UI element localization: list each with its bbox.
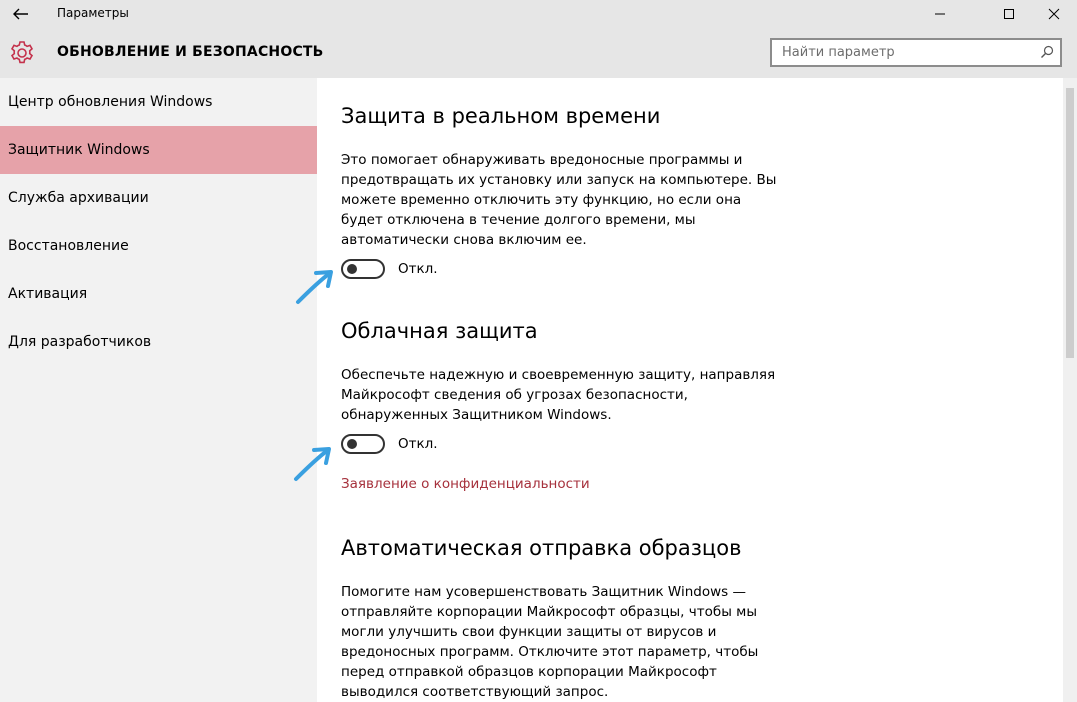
sample-submission-heading: Автоматическая отправка образцов [341,536,742,560]
maximize-icon [1004,9,1014,19]
sidebar-item-activation[interactable]: Активация [0,270,317,318]
back-arrow-icon [13,8,28,20]
sidebar-item-label: Восстановление [8,238,129,254]
window-title: Параметры [57,6,129,20]
realtime-protection-toggle[interactable] [341,259,385,279]
cloud-protection-toggle[interactable] [341,434,385,454]
search-box[interactable] [770,38,1062,67]
title-bar: Параметры [0,0,1077,28]
sidebar: Центр обновления Windows Защитник Window… [0,78,317,702]
main-content: Защита в реальном времени Это помогает о… [317,78,1063,702]
scrollbar-thumb[interactable] [1066,88,1074,358]
sidebar-item-label: Центр обновления Windows [8,94,213,110]
minimize-icon [935,13,945,15]
sidebar-item-recovery[interactable]: Восстановление [0,222,317,270]
sidebar-item-label: Активация [8,286,88,302]
cloud-protection-description: Обеспечьте надежную и своевременную защи… [341,367,776,423]
search-icon[interactable] [1040,45,1054,59]
cloud-protection-toggle-row: Откл. [341,433,438,455]
minimize-button[interactable] [917,0,963,28]
vertical-scrollbar[interactable] [1063,78,1077,702]
sidebar-item-windows-defender[interactable]: Защитник Windows [0,126,317,174]
sidebar-item-label: Защитник Windows [8,142,150,158]
sample-submission-description: Помогите нам усовершенствовать Защитник … [341,584,759,700]
realtime-protection-toggle-row: Откл. [341,258,438,280]
cloud-protection-toggle-state: Откл. [398,436,438,452]
page-title: ОБНОВЛЕНИЕ И БЕЗОПАСНОСТЬ [57,44,324,60]
annotation-arrow-icon [294,447,331,481]
sidebar-item-label: Для разработчиков [8,334,152,350]
privacy-statement-link[interactable]: Заявление о конфиденциальности [341,476,590,492]
close-button[interactable] [1031,0,1077,28]
realtime-protection-heading: Защита в реальном времени [341,104,661,128]
close-icon [1048,8,1060,20]
realtime-protection-toggle-state: Откл. [398,261,438,277]
sidebar-item-label: Служба архивации [8,190,149,206]
realtime-protection-description: Это помогает обнаруживать вредоносные пр… [341,152,777,248]
sidebar-item-backup[interactable]: Служба архивации [0,174,317,222]
sidebar-item-windows-update[interactable]: Центр обновления Windows [0,78,317,126]
annotation-arrow-icon [296,270,333,304]
maximize-button[interactable] [986,0,1032,28]
gear-icon [10,41,34,64]
settings-header: ОБНОВЛЕНИЕ И БЕЗОПАСНОСТЬ [0,28,1077,78]
sidebar-item-developers[interactable]: Для разработчиков [0,318,317,366]
search-input[interactable] [772,40,1032,65]
cloud-protection-heading: Облачная защита [341,319,538,343]
back-button[interactable] [6,2,36,26]
